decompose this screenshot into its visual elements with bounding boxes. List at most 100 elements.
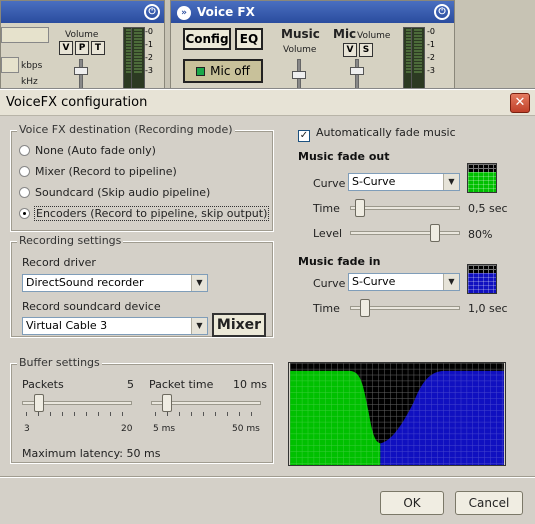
slider-thumb[interactable] [355, 199, 365, 217]
fade-in-title: Music fade in [298, 255, 381, 268]
fade-out-curve-label: Curve [313, 177, 346, 190]
record-device-label: Record soundcard device [22, 300, 161, 313]
radio-soundcard[interactable]: Soundcard (Skip audio pipeline) [19, 185, 210, 201]
fade-in-curve-label: Curve [313, 277, 346, 290]
cancel-button[interactable]: Cancel [455, 491, 523, 515]
mic-meter-scale: -0 -1 -2 -3 [427, 27, 435, 75]
chevron-down-icon[interactable]: ▼ [191, 318, 207, 334]
radio-mixer-label: Mixer (Record to pipeline) [35, 165, 177, 178]
record-device-value: Virtual Cable 3 [26, 319, 108, 332]
background-app: ⏻ kbps kHz Volume V P T -0 -1 -2 -3 » Voi… [0, 0, 535, 92]
fade-in-time-label: Time [313, 302, 340, 315]
checkmark-icon[interactable]: ✓ [298, 130, 310, 142]
fade-out-time-slider[interactable] [350, 199, 460, 217]
music-fader-knob[interactable] [292, 71, 306, 79]
auto-fade-checkbox[interactable]: ✓ Automatically fade music [298, 126, 456, 142]
khz-label: kHz [21, 77, 38, 87]
slider-thumb[interactable] [34, 394, 44, 412]
slider-thumb[interactable] [430, 224, 440, 242]
slider-thumb[interactable] [162, 394, 172, 412]
music-label: Music [281, 27, 320, 41]
record-device-select[interactable]: Virtual Cable 3 ▼ [22, 317, 208, 335]
fade-in-curve-select[interactable]: S-Curve ▼ [348, 273, 460, 291]
packets-min: 3 [24, 424, 30, 434]
radio-encoders[interactable]: Encoders (Record to pipeline, skip outpu… [19, 206, 270, 222]
fade-in-preview [467, 264, 497, 294]
slider-track [350, 231, 460, 235]
ok-button[interactable]: OK [380, 491, 444, 515]
chevron-down-icon[interactable]: ▼ [191, 275, 207, 291]
fade-out-time-value: 0,5 sec [468, 202, 508, 215]
packets-slider[interactable] [22, 394, 132, 416]
voicefx-titlebar: » Voice FX ⏻ [171, 1, 454, 23]
fade-out-level-slider[interactable] [350, 224, 460, 242]
close-icon[interactable]: ⏻ [434, 4, 450, 20]
destination-group: Voice FX destination (Recording mode) No… [10, 123, 274, 232]
fade-out-time-label: Time [313, 202, 340, 215]
packets-max: 20 [121, 424, 133, 434]
recording-group-label: Recording settings [17, 234, 124, 248]
fade-out-curve-value: S-Curve [352, 175, 396, 188]
radio-dot[interactable] [19, 145, 30, 156]
radio-dot[interactable] [19, 187, 30, 198]
fade-out-level-value: 80% [468, 228, 493, 241]
mixer-button[interactable]: Mixer [212, 313, 266, 337]
fade-out-preview [467, 163, 497, 193]
packets-label: Packets [22, 378, 64, 391]
radio-dot-selected[interactable] [19, 208, 30, 219]
record-driver-select[interactable]: DirectSound recorder ▼ [22, 274, 208, 292]
radio-dot[interactable] [19, 166, 30, 177]
mic-off-label: Mic off [210, 64, 250, 78]
packet-time-max: 50 ms [232, 424, 260, 434]
dialog-title: VoiceFX configuration [6, 95, 148, 110]
v-button[interactable]: V [59, 41, 73, 55]
slider-ticks [155, 412, 257, 416]
fade-in-preview-fill [468, 273, 496, 293]
close-icon[interactable]: ✕ [510, 93, 530, 113]
left-panel-field [1, 27, 49, 43]
fade-out-curve-select[interactable]: S-Curve ▼ [348, 173, 460, 191]
left-panel: ⏻ kbps kHz Volume V P T -0 -1 -2 -3 [0, 0, 165, 92]
config-button[interactable]: Config [183, 28, 231, 50]
buffer-group-label: Buffer settings [17, 356, 102, 370]
voicefx-panel: » Voice FX ⏻ Config EQ Mic off Music Volu… [170, 0, 455, 92]
t-button[interactable]: T [91, 41, 105, 55]
mic-fader-knob[interactable] [350, 67, 364, 75]
radio-soundcard-label: Soundcard (Skip audio pipeline) [35, 186, 211, 199]
fade-in-time-slider[interactable] [350, 299, 460, 317]
kbps-field[interactable] [1, 57, 19, 73]
preview-grid [468, 164, 496, 172]
mic-meter-right [411, 27, 425, 91]
volume-fader-knob[interactable] [74, 67, 88, 75]
left-panel-titlebar: ⏻ [1, 1, 164, 23]
radio-none[interactable]: None (Auto fade only) [19, 143, 156, 159]
eq-button[interactable]: EQ [235, 28, 263, 50]
voicefx-title: Voice FX [197, 5, 255, 19]
mic-fader-track[interactable] [355, 59, 359, 91]
volume-fader-track[interactable] [79, 59, 83, 91]
dialog-titlebar: VoiceFX configuration [0, 90, 535, 116]
close-icon[interactable]: ⏻ [144, 4, 160, 20]
mic-status-indicator [196, 67, 206, 76]
mic-off-button[interactable]: Mic off [183, 59, 263, 83]
preview-grid [468, 265, 496, 273]
voicefx-config-dialog: VoiceFX configuration ✕ Voice FX destina… [0, 89, 535, 524]
max-latency-label: Maximum latency: 50 ms [22, 447, 161, 460]
slider-thumb[interactable] [360, 299, 370, 317]
packet-time-slider[interactable] [151, 394, 261, 416]
chevron-down-icon[interactable]: ▼ [443, 174, 459, 190]
chevron-down-icon[interactable]: ▼ [443, 274, 459, 290]
kbps-label: kbps [21, 61, 43, 71]
radio-mixer[interactable]: Mixer (Record to pipeline) [19, 164, 177, 180]
packet-time-min: 5 ms [153, 424, 176, 434]
p-button[interactable]: P [75, 41, 89, 55]
slider-ticks [26, 412, 128, 416]
collapse-icon[interactable]: » [177, 5, 191, 20]
fade-curve-graph [288, 362, 506, 466]
mic-v-button[interactable]: V [343, 43, 357, 57]
packet-time-value: 10 ms [233, 378, 267, 391]
packets-value: 5 [127, 378, 134, 391]
radio-none-label: None (Auto fade only) [35, 144, 156, 157]
mic-s-button[interactable]: S [359, 43, 373, 57]
destination-group-label: Voice FX destination (Recording mode) [17, 123, 235, 137]
